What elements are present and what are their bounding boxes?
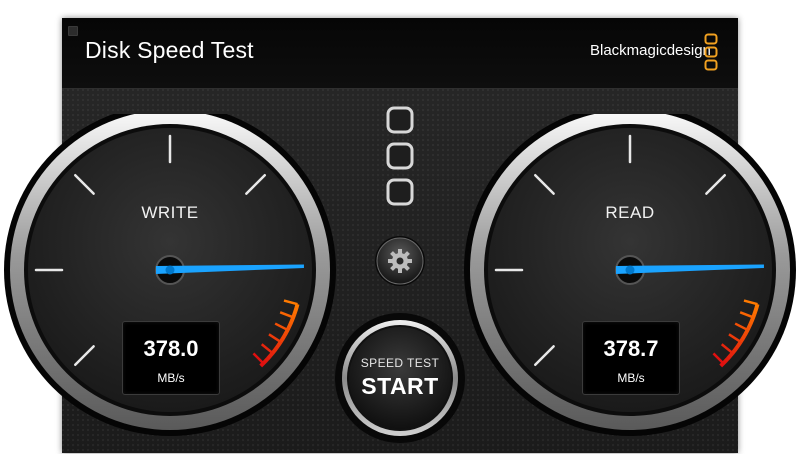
write-speed-unit: MB/s: [157, 371, 185, 385]
read-speed-value: 378.7: [603, 336, 659, 361]
progress-step-1: [386, 106, 414, 134]
brand-name: Blackmagicdesign: [590, 42, 711, 59]
read-readout: 378.7 MB/s: [582, 321, 680, 395]
write-readout: 378.0 MB/s: [122, 321, 220, 395]
settings-button[interactable]: [374, 235, 426, 287]
progress-indicator: [386, 106, 414, 206]
write-gauge-label: WRITE: [141, 203, 199, 222]
read-gauge-label: READ: [605, 203, 655, 222]
write-gauge-dial: [4, 114, 336, 436]
app-title: Disk Speed Test: [85, 37, 254, 63]
close-window-button[interactable]: [68, 26, 78, 36]
title-bar: Disk Speed Test Blackmagicdesign: [62, 18, 738, 88]
start-button-subtitle: SPEED TEST: [360, 356, 440, 370]
progress-step-3: [386, 178, 414, 206]
write-speed-value: 378.0: [143, 336, 199, 361]
read-speed-unit: MB/s: [617, 371, 645, 385]
start-button-label: START: [361, 373, 439, 399]
write-gauge: WRITE 378.0 MB/s: [0, 114, 340, 454]
read-gauge: READ 378.7 MB/s: [460, 114, 800, 454]
progress-step-2: [386, 142, 414, 170]
blackmagic-logo-icon: [704, 33, 718, 71]
gear-icon: [388, 249, 412, 273]
start-button[interactable]: SPEED TEST START: [334, 312, 466, 444]
read-gauge-dial: [464, 114, 796, 436]
